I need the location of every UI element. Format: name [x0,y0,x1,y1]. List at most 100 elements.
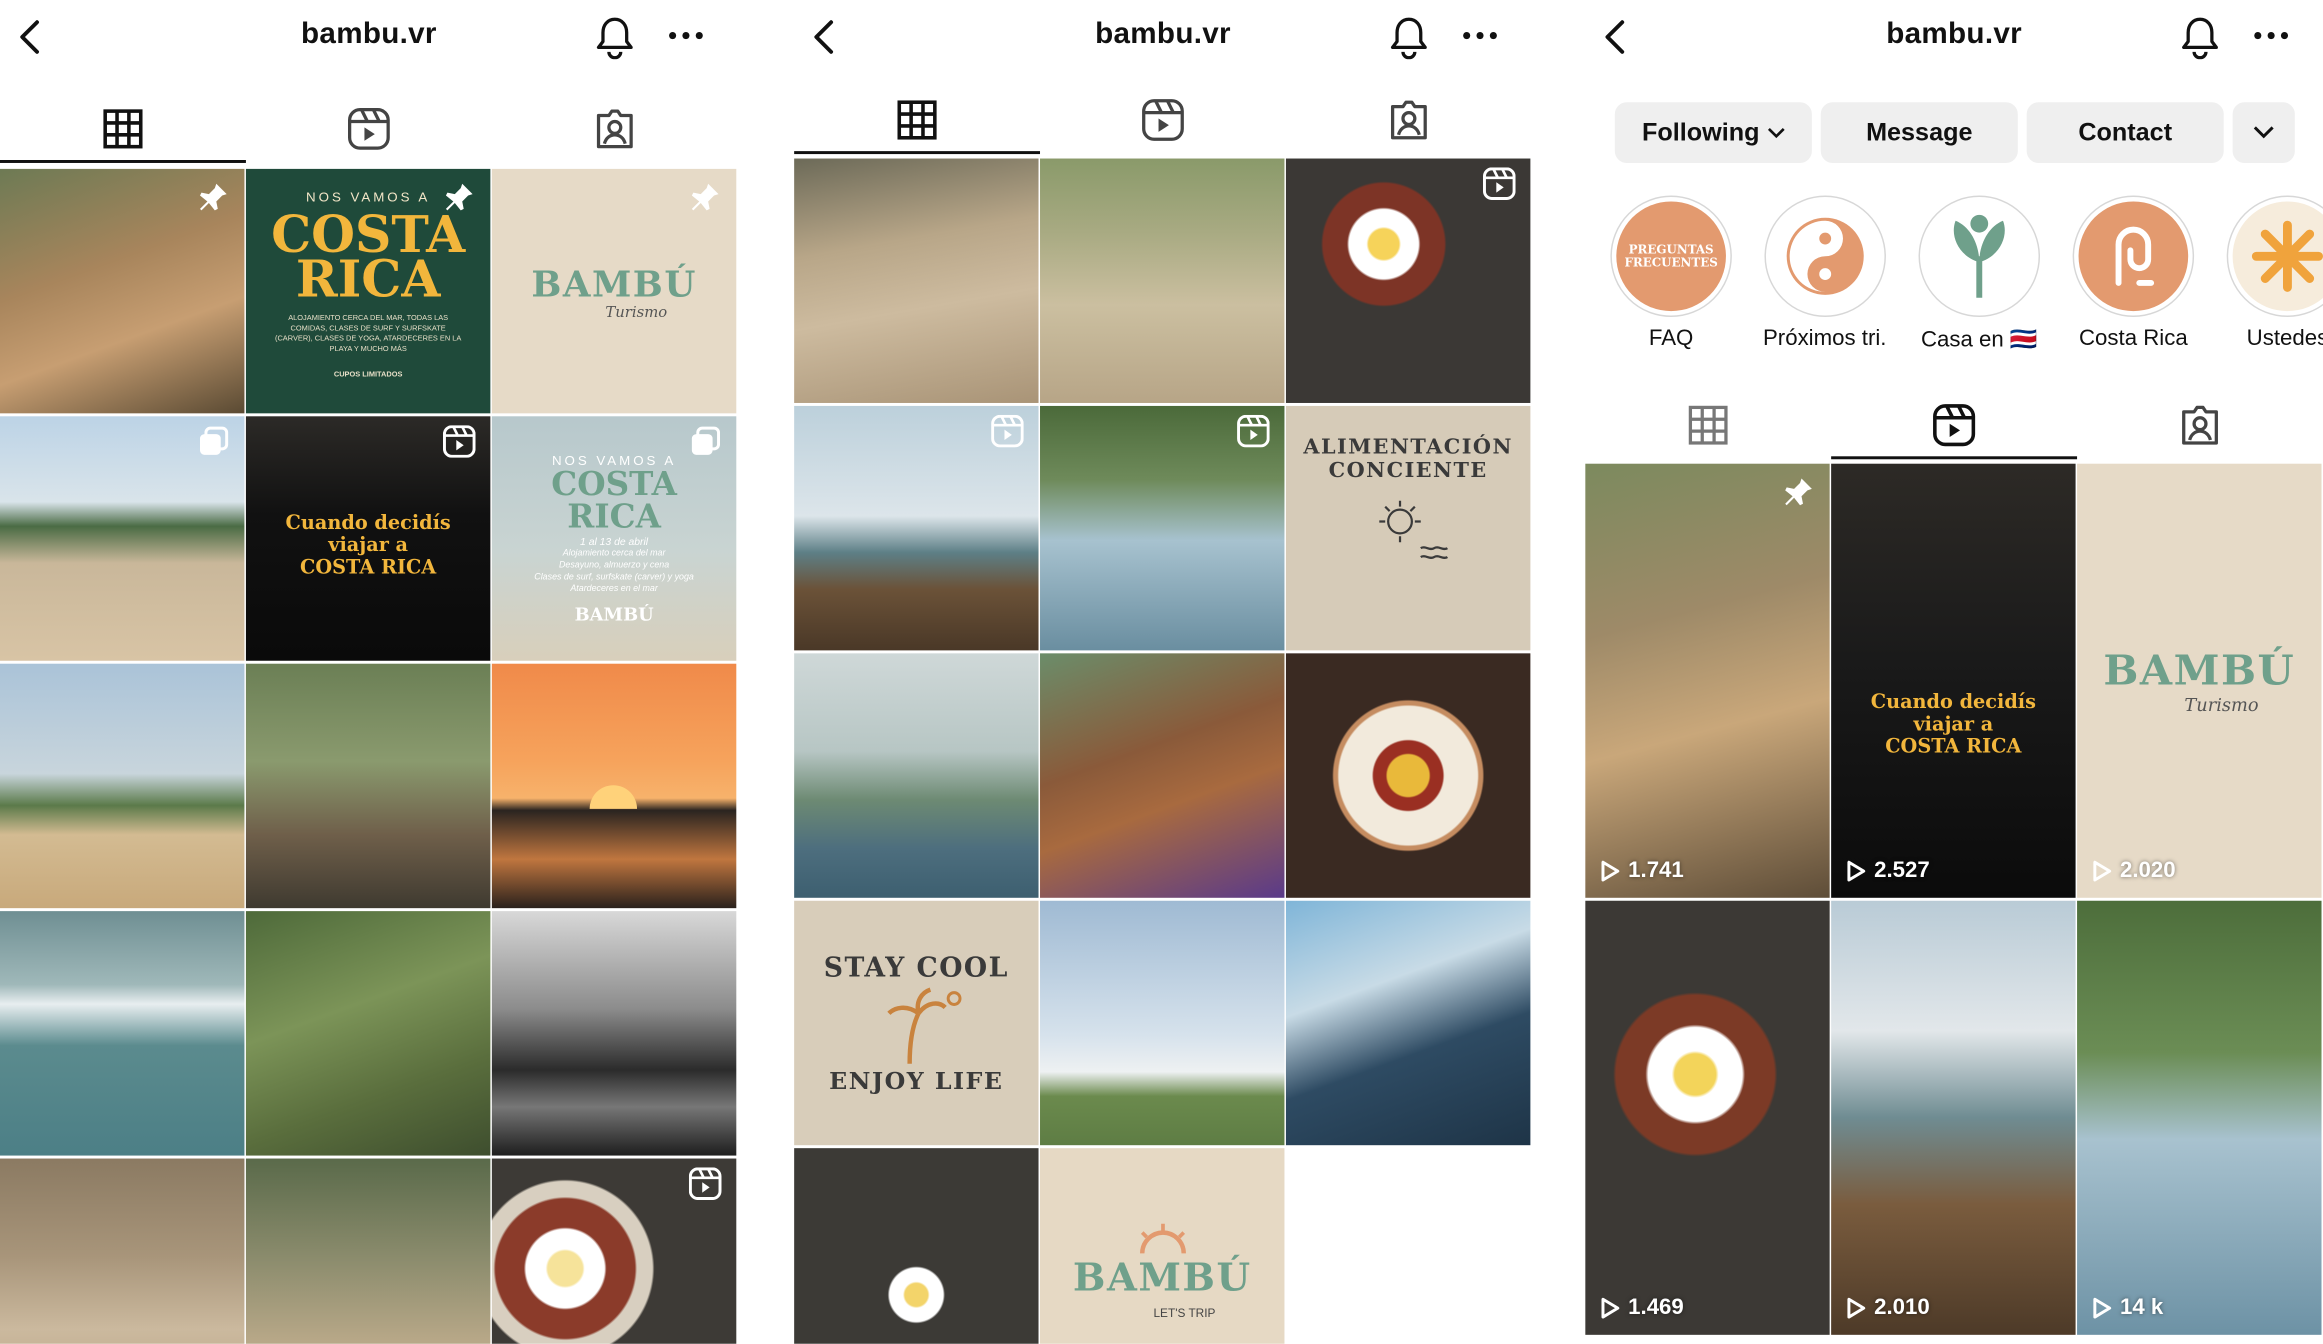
screenshot-collage: bambu.vr NOS VAMOS A COSTA RICA ALOJAMIE… [0,0,2323,1344]
poster-line: COSTA RICA [300,557,437,580]
brand-subtitle: Turismo [605,304,668,321]
poster-line: Cuando decidís [1870,691,2036,715]
tagged-icon [596,109,633,149]
post-tile[interactable] [1040,158,1285,403]
reel-tile[interactable]: BAMBÚ Turismo 2.020 [2077,463,2322,898]
post-tile[interactable] [245,663,491,909]
post-tile[interactable] [0,663,245,909]
post-tile[interactable] [0,168,245,414]
reel-tile[interactable]: 14 k [2077,900,2322,1335]
brand-logo: BAMBÚ [2103,645,2296,695]
post-tile[interactable] [491,663,737,909]
tab-tagged[interactable] [492,95,738,163]
post-tile[interactable] [491,1158,737,1344]
play-icon [2093,1297,2112,1318]
poster-text: Atardeceres en el mar [570,584,658,594]
reel-view-count: 1.469 [1628,1294,1684,1321]
brand-logo: BAMBÚ [531,261,697,305]
reel-tile[interactable]: Cuando decidís viajar a COSTA RICA 2.527 [1831,463,2076,898]
post-tile[interactable] [1285,158,1531,403]
tab-tagged[interactable] [1286,86,1532,154]
highlight-ustedes[interactable]: Ustedes [2225,195,2323,351]
post-tile[interactable] [1040,653,1285,898]
post-tile[interactable]: NOS VAMOS A COSTA RICA ALOJAMIENTO CERCA… [245,168,491,414]
profile-tabs [794,86,1532,155]
post-tile[interactable] [794,1148,1039,1344]
chevron-down-icon [1767,127,1785,138]
following-label: Following [1641,117,1760,146]
tab-tagged[interactable] [2077,391,2323,459]
reels-grid: 1.741 Cuando decidís viajar a COSTA RICA… [1585,463,2323,1344]
tab-reels[interactable] [246,95,492,163]
post-tile[interactable] [1040,900,1285,1146]
post-tile[interactable] [245,911,491,1156]
post-tile[interactable] [1040,405,1285,651]
post-tile[interactable] [0,911,245,1156]
highlight-casa[interactable]: Casa en 🇨🇷 [1917,195,2041,353]
suggestions-button[interactable] [2232,102,2295,163]
post-tile[interactable]: BAMBÚ LET'S TRIP [1040,1148,1285,1344]
post-tile[interactable] [491,911,737,1156]
tab-grid[interactable] [794,86,1041,155]
highlight-label: Casa en 🇨🇷 [1920,327,2038,353]
post-tile[interactable]: STAY COOL ENJOY LIFE [794,900,1039,1146]
reel-tile[interactable]: 1.469 [1585,900,1830,1335]
cuando-poster: Cuando decidís viajar a COSTA RICA [1831,553,2075,898]
tab-grid[interactable] [0,95,246,163]
post-tile[interactable]: ALIMENTACIÓN CONCIENTE [1285,405,1531,651]
post-tile[interactable] [794,405,1039,651]
poster-line: CONCIENTE [1328,458,1488,483]
bell-icon[interactable] [1388,15,1429,60]
stay-cool-poster: STAY COOL ENJOY LIFE [794,901,1038,1145]
post-tile[interactable]: Cuando decidís viajar a COSTA RICA [245,416,491,661]
post-tile[interactable]: BAMBÚ Turismo [491,168,737,414]
post-tile[interactable] [0,1158,245,1344]
grid-icon [1688,405,1728,445]
poster-line: ALIMENTACIÓN [1303,434,1513,459]
palm-icon [886,986,961,1063]
pin-icon [1785,478,1812,506]
post-tile[interactable] [1285,653,1531,898]
more-icon[interactable] [2252,21,2291,51]
poster-line: viajar a [1913,714,1994,737]
contact-button[interactable]: Contact [2026,102,2224,163]
asterisk-icon [2251,220,2323,292]
post-tile[interactable]: NOS VAMOS A COSTA RICA 1 al 13 de abril … [491,416,737,661]
post-grid: NOS VAMOS A COSTA RICA ALOJAMIENTO CERCA… [0,168,738,1344]
poster-text: Alojamiento cerca del mar [562,548,666,558]
reel-tile[interactable]: 2.010 [1831,900,2076,1335]
reel-tile[interactable]: 1.741 [1585,463,1830,898]
message-button[interactable]: Message [1820,102,2018,163]
post-tile[interactable] [245,1158,491,1344]
tab-reels[interactable] [1040,86,1286,154]
post-tile[interactable] [0,416,245,661]
more-icon[interactable] [667,21,706,51]
highlight-proximos[interactable]: Próximos tri... [1763,195,1887,351]
post-tile[interactable] [794,158,1039,403]
sun-waves-icon [1378,500,1448,559]
play-icon [1601,1297,1620,1318]
post-tile[interactable] [794,653,1039,898]
highlight-faq[interactable]: PREGUNTAS FRECUENTES FAQ [1609,195,1733,351]
bell-icon[interactable] [2179,15,2220,60]
tab-grid[interactable] [1585,391,1831,459]
tab-reels[interactable] [1831,391,2078,460]
reel-badge-icon [688,1167,722,1201]
contact-label: Contact [2078,117,2173,146]
poster-kicker: NOS VAMOS A [306,188,431,204]
post-tile[interactable] [1285,900,1531,1146]
bell-icon[interactable] [594,15,635,60]
reel-badge-icon [991,414,1024,448]
reel-views: 2.010 [1846,1295,1930,1320]
highlight-costa-rica[interactable]: Costa Rica [2071,195,2195,351]
play-icon [1847,1297,1866,1318]
reel-badge-icon [1482,167,1516,201]
post-grid: ALIMENTACIÓN CONCIENTE STAY COOL ENJOY L… [794,158,1532,1344]
reel-badge-icon [442,425,476,458]
chevron-down-icon [2253,126,2274,139]
play-icon [1847,860,1866,881]
poster-text: Desayuno, almuerzo y cena [558,560,670,570]
following-button[interactable]: Following [1614,102,1812,163]
poster-line: STAY COOL [823,951,1009,983]
more-icon[interactable] [1461,21,1500,51]
